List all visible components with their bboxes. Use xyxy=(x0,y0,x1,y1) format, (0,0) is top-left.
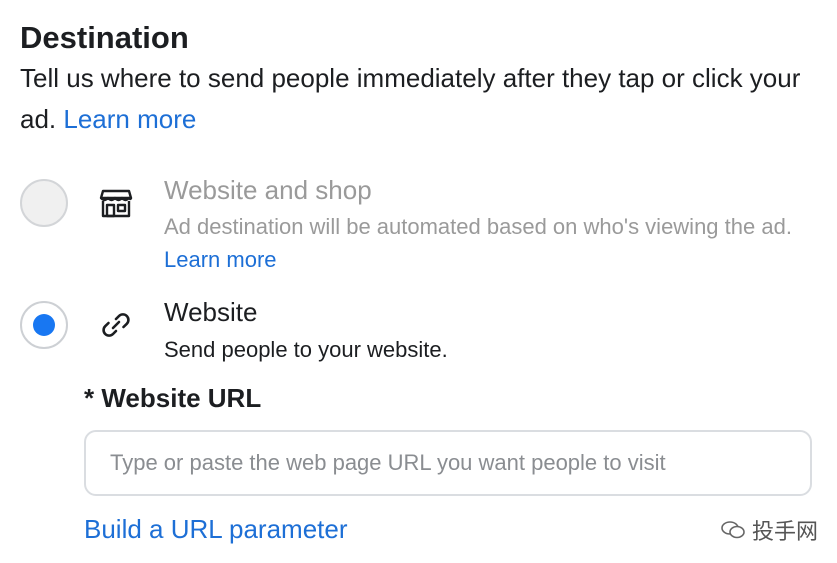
section-title: Destination xyxy=(20,20,189,55)
radio-selected-dot xyxy=(33,314,55,336)
learn-more-link[interactable]: Learn more xyxy=(63,104,196,134)
section-description: Tell us where to send people immediately… xyxy=(20,58,820,140)
build-url-parameter-link[interactable]: Build a URL parameter xyxy=(84,514,348,545)
website-radio[interactable] xyxy=(20,301,68,349)
website-url-input[interactable] xyxy=(84,430,812,496)
watermark: 投手网 xyxy=(720,514,818,546)
website-and-shop-title: Website and shop xyxy=(164,175,372,205)
website-and-shop-description: Ad destination will be automated based o… xyxy=(164,210,819,276)
chat-bubbles-icon xyxy=(721,521,745,539)
website-and-shop-description-text: Ad destination will be automated based o… xyxy=(164,214,792,239)
website-and-shop-learn-more-link[interactable]: Learn more xyxy=(164,247,277,272)
website-and-shop-radio[interactable] xyxy=(20,179,68,227)
website-title: Website xyxy=(164,297,258,327)
website-url-label: * Website URL xyxy=(84,383,262,413)
website-description: Send people to your website. xyxy=(164,337,448,362)
watermark-text: 投手网 xyxy=(752,519,819,544)
storefront-icon xyxy=(99,186,133,220)
link-icon xyxy=(99,308,133,342)
